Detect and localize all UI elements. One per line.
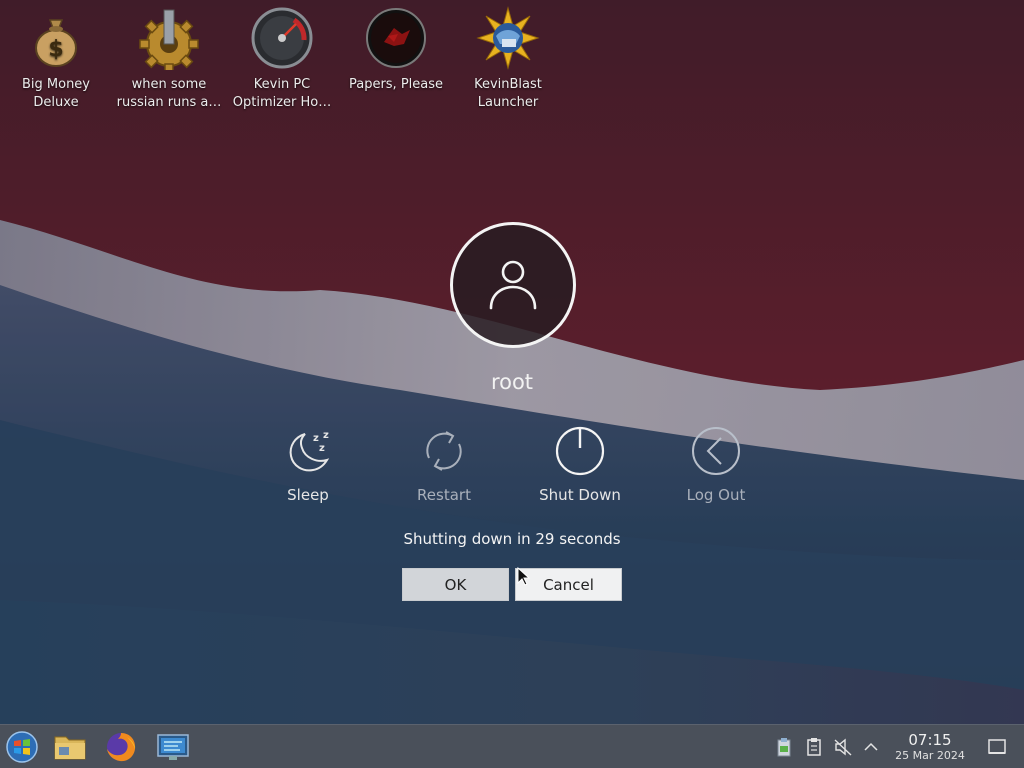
desktop-icon-label: Big Money Deluxe: [21, 77, 90, 110]
money-bag-icon: $: [24, 6, 88, 70]
power-icon: [555, 426, 605, 476]
shutdown-countdown-text: Shutting down in 29 seconds: [403, 530, 621, 548]
desktop-icon-big-money-deluxe[interactable]: $ Big Money Deluxe: [0, 6, 112, 112]
mouse-cursor-icon: [517, 567, 531, 586]
shut-down-label: Shut Down: [539, 486, 621, 504]
restart-icon: [426, 431, 462, 471]
show-hidden-icons-button[interactable]: [861, 737, 881, 757]
desktop-icon-kevin-pc-optimizer[interactable]: Kevin PC Optimizer Ho…: [226, 6, 338, 112]
chevron-up-icon: [864, 742, 878, 751]
clipboard-tray-button[interactable]: [774, 737, 794, 757]
start-menu-icon: [6, 731, 38, 763]
papers-please-icon: [364, 6, 428, 70]
desktop-icon-russian-script[interactable]: when some russian runs a…: [113, 6, 225, 112]
notes-icon: [807, 738, 821, 756]
desktop-screen: $ Big Money Deluxe when some russian run…: [0, 0, 1024, 768]
sleep-label: Sleep: [287, 486, 329, 504]
desktop-icon-kevinblast-launcher[interactable]: KevinBlast Launcher: [452, 6, 564, 112]
show-desktop-button[interactable]: [987, 737, 1007, 757]
log-out-label: Log Out: [686, 486, 746, 504]
desktop-icon-label: when some russian runs a…: [116, 77, 222, 110]
restart-label: Restart: [417, 486, 471, 504]
desktop-icon-label: Kevin PC Optimizer Ho…: [232, 77, 332, 110]
clock-time[interactable]: 07:15: [890, 731, 970, 749]
firefox-icon: [107, 733, 136, 762]
file-manager-button[interactable]: [52, 729, 88, 765]
desktop-icon-papers-please[interactable]: Papers, Please: [340, 6, 452, 94]
restart-button[interactable]: Restart: [389, 426, 499, 504]
log-out-button[interactable]: Log Out: [661, 426, 771, 504]
system-monitor-icon: [157, 734, 189, 760]
notes-tray-button[interactable]: [804, 737, 824, 757]
volume-tray-button[interactable]: [833, 737, 853, 757]
ok-button[interactable]: OK: [402, 568, 509, 601]
svg-text:$: $: [48, 37, 63, 62]
desktop-icon-label: Papers, Please: [348, 77, 444, 92]
logout-chevron-icon: [692, 427, 740, 475]
kevinblast-icon: [476, 6, 540, 70]
taskbar: 07:15 25 Mar 2024: [0, 724, 1024, 768]
gear-icon: [137, 6, 201, 74]
svg-text:z: z: [319, 443, 325, 454]
firefox-button[interactable]: [103, 729, 139, 765]
volume-muted-icon: [834, 738, 852, 756]
sleep-button[interactable]: z z z Sleep: [253, 426, 363, 504]
desktop-icon-label: KevinBlast Launcher: [474, 77, 542, 110]
clock-date[interactable]: 25 Mar 2024: [885, 749, 975, 762]
file-manager-icon: [54, 736, 86, 760]
system-monitor-button[interactable]: [155, 729, 191, 765]
shut-down-button[interactable]: Shut Down: [525, 426, 635, 504]
user-icon: [489, 260, 537, 310]
user-avatar: [450, 222, 576, 348]
start-menu-button[interactable]: [4, 729, 40, 765]
username-label: root: [490, 370, 534, 394]
svg-text:z: z: [323, 430, 329, 441]
clipboard-icon: [777, 738, 791, 757]
cancel-button[interactable]: Cancel: [515, 568, 622, 601]
sleep-moon-icon: z z z: [289, 430, 330, 472]
speedometer-icon: [250, 6, 314, 70]
show-desktop-icon: [988, 739, 1006, 754]
